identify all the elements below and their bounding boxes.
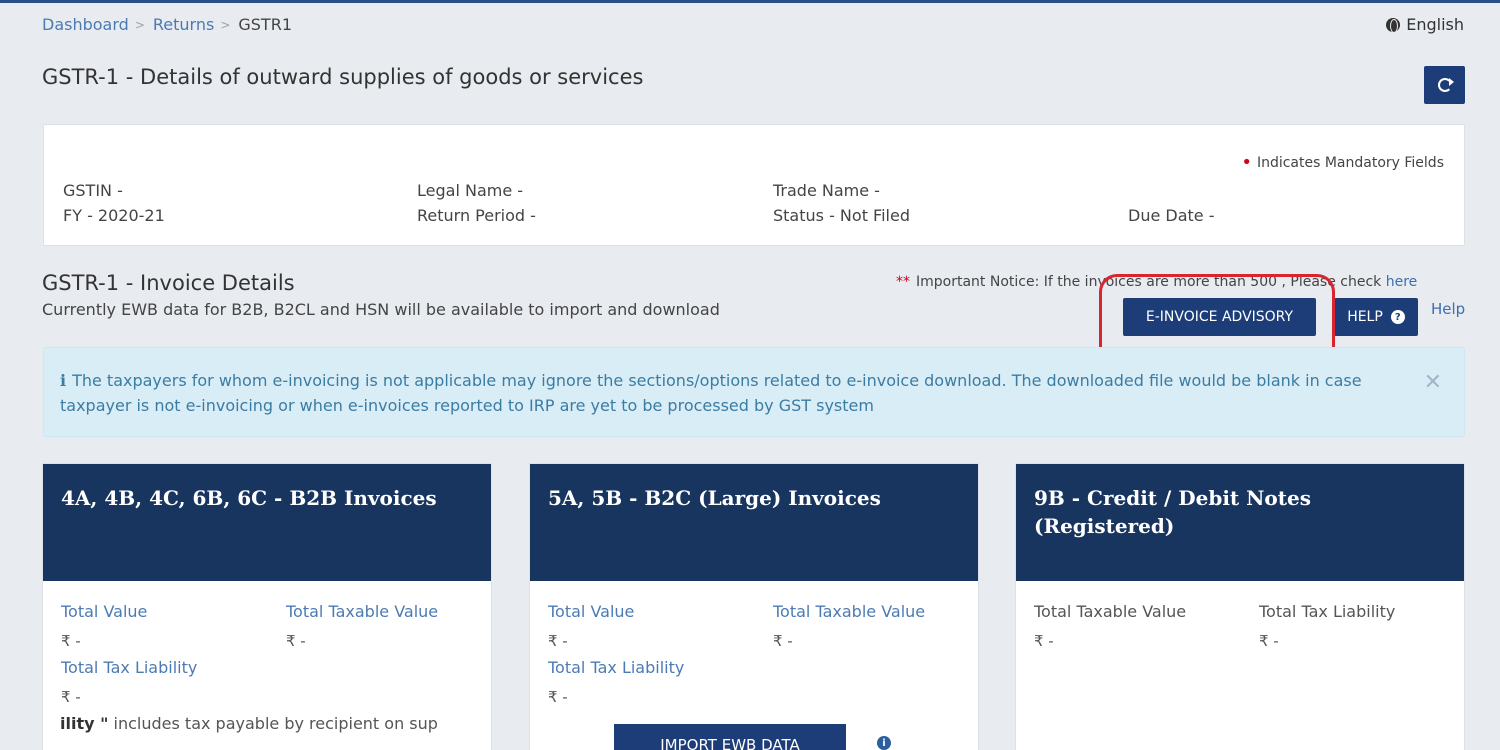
refresh-icon [1437, 78, 1454, 92]
total-value-label: Total Value [61, 602, 148, 621]
total-value-label: Total Value [548, 602, 635, 621]
total-tax-liability-amount: ₹ - [1259, 632, 1279, 650]
help-button[interactable]: HELP ? [1334, 298, 1418, 336]
due-date-field: Due Date - [1128, 206, 1215, 225]
total-tax-liability-label: Total Tax Liability [61, 658, 198, 677]
total-taxable-value-amount: ₹ - [773, 632, 793, 650]
b2b-invoices-card[interactable]: 4A, 4B, 4C, 6B, 6C - B2B Invoices Total … [42, 463, 492, 750]
required-dot-icon: • [1241, 152, 1252, 173]
total-value-amount: ₹ - [548, 632, 568, 650]
trade-name-field: Trade Name - [773, 181, 880, 200]
card-header: 9B - Credit / Debit Notes (Registered) [1016, 464, 1464, 581]
invoice-details-title: GSTR-1 - Invoice Details [42, 271, 295, 295]
invoice-details-subtitle: Currently EWB data for B2B, B2CL and HSN… [42, 300, 720, 319]
alert-message: The taxpayers for whom e-invoicing is no… [60, 371, 1362, 415]
close-icon[interactable]: ✕ [1424, 370, 1442, 395]
alert-text: i The taxpayers for whom e-invoicing is n… [60, 368, 1430, 418]
card-body: Total Value ₹ - Total Taxable Value ₹ - … [43, 581, 491, 750]
language-selector[interactable]: English [1386, 15, 1464, 34]
legal-name-field: Legal Name - [417, 181, 524, 200]
tax-liability-note-text: includes tax payable by recipient on sup [113, 714, 438, 733]
top-border [0, 0, 1500, 3]
card-body: Total Taxable Value ₹ - Total Tax Liabil… [1016, 581, 1464, 750]
card-title: 5A, 5B - B2C (Large) Invoices [548, 486, 881, 510]
refresh-button[interactable] [1424, 66, 1465, 104]
breadcrumb: Dashboard > Returns > GSTR1 [42, 15, 292, 34]
breadcrumb-separator-icon: > [220, 17, 231, 32]
total-tax-liability-label: Total Tax Liability [548, 658, 685, 677]
total-taxable-value-amount: ₹ - [286, 632, 306, 650]
e-invoice-info-alert: i The taxpayers for whom e-invoicing is n… [43, 347, 1465, 437]
b2c-large-invoices-card[interactable]: 5A, 5B - B2C (Large) Invoices Total Valu… [529, 463, 979, 750]
total-taxable-value-label: Total Taxable Value [1034, 602, 1187, 621]
taxpayer-info-panel: • Indicates Mandatory Fields GSTIN - Lega… [43, 124, 1465, 246]
total-tax-liability-label: Total Tax Liability [1259, 602, 1396, 621]
notice-stars: ** [896, 274, 910, 290]
total-taxable-value-amount: ₹ - [1034, 632, 1054, 650]
total-value-amount: ₹ - [61, 632, 81, 650]
tax-liability-note: ility " includes tax payable by recipien… [60, 714, 438, 733]
breadcrumb-separator-icon: > [134, 17, 145, 32]
globe-icon [1386, 17, 1401, 33]
help-button-label: HELP [1347, 309, 1383, 325]
status-field: Status - Not Filed [773, 206, 910, 225]
breadcrumb-returns[interactable]: Returns [153, 15, 214, 34]
card-header: 5A, 5B - B2C (Large) Invoices [530, 464, 978, 581]
notice-here-link[interactable]: here [1386, 274, 1418, 290]
language-label: English [1406, 15, 1464, 34]
breadcrumb-dashboard[interactable]: Dashboard [42, 15, 129, 34]
credit-debit-notes-card[interactable]: 9B - Credit / Debit Notes (Registered) T… [1015, 463, 1465, 750]
page-title: GSTR-1 - Details of outward supplies of … [42, 65, 644, 89]
question-icon: ? [1390, 310, 1405, 324]
card-header: 4A, 4B, 4C, 6B, 6C - B2B Invoices [43, 464, 491, 581]
fy-field: FY - 2020-21 [63, 206, 165, 225]
total-tax-liability-amount: ₹ - [548, 688, 568, 706]
help-link[interactable]: Help [1431, 300, 1465, 318]
mandatory-note: • Indicates Mandatory Fields [1241, 152, 1444, 173]
total-taxable-value-label: Total Taxable Value [286, 602, 439, 621]
card-title: 4A, 4B, 4C, 6B, 6C - B2B Invoices [61, 486, 437, 510]
return-period-field: Return Period - [417, 206, 536, 225]
total-taxable-value-label: Total Taxable Value [773, 602, 926, 621]
gstin-field: GSTIN - [63, 181, 123, 200]
card-title: 9B - Credit / Debit Notes (Registered) [1034, 486, 1311, 538]
tax-liability-note-prefix: ility " [60, 714, 109, 733]
mandatory-note-text: Indicates Mandatory Fields [1256, 155, 1444, 171]
import-ewb-data-button[interactable]: IMPORT EWB DATA [614, 724, 846, 750]
total-tax-liability-amount: ₹ - [61, 688, 81, 706]
info-icon: i [60, 371, 67, 390]
breadcrumb-current: GSTR1 [238, 15, 292, 34]
info-icon[interactable]: i [877, 736, 891, 750]
